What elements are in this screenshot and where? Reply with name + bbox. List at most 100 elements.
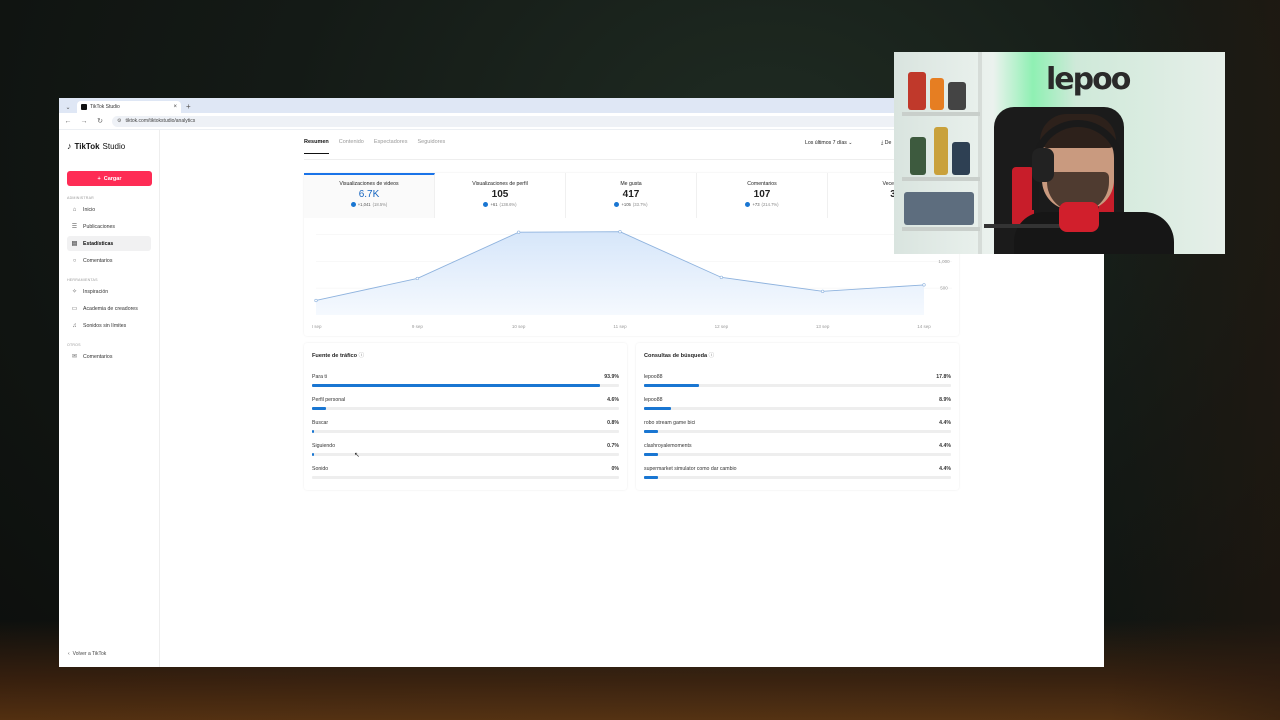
chart-point[interactable]	[821, 289, 825, 293]
progress-track	[312, 407, 619, 410]
upload-label: Cargar	[103, 175, 122, 182]
sidebar-item-publicaciones[interactable]: ☰ Publicaciones	[67, 219, 151, 234]
section-label-admin: ADMINISTRAR	[67, 196, 94, 200]
row-label: lepoo88	[644, 397, 663, 403]
sidebar-item-label: Estadísticas	[83, 240, 114, 247]
sidebar-item-sonidos[interactable]: ♫ Sonidos sin límites	[67, 318, 151, 333]
x-tick-label: 13 sep	[816, 324, 830, 329]
sidebar-item-label: Sonidos sin límites	[83, 322, 127, 329]
list-item: Buscar 0.8%	[312, 420, 619, 443]
list-item: lepoo88 8.9%	[644, 397, 951, 420]
url-text: tiktok.com/tiktokstudio/analytics	[125, 118, 196, 124]
forward-icon[interactable]: →	[80, 118, 88, 125]
sidebar-item-estadisticas[interactable]: ▤ Estadísticas	[67, 236, 151, 251]
date-range-dropdown[interactable]: Los últimos 7 días ⌄	[805, 140, 853, 146]
metric-delta: +73 (214.7%)	[697, 202, 827, 207]
site-info-icon[interactable]: ⚙	[117, 118, 121, 124]
metric-comments[interactable]: Comentarios 107 +73 (214.7%)	[697, 173, 828, 218]
list-item: Sonido 0%	[312, 466, 619, 489]
progress-track	[644, 430, 951, 433]
row-top: lepoo88 8.9%	[644, 397, 951, 403]
posts-icon: ☰	[71, 224, 78, 230]
trend-up-icon	[350, 202, 356, 207]
chart-point[interactable]	[517, 230, 521, 234]
webcam-overlay: lepoo	[894, 52, 1225, 254]
back-icon[interactable]: ←	[64, 118, 72, 125]
figure-toy	[952, 142, 970, 175]
chart-point[interactable]	[314, 298, 318, 303]
comments-icon: ○	[72, 257, 77, 264]
row-label: Sonido	[312, 466, 329, 472]
sidebar-item-inicio[interactable]: ⌂ Inicio	[67, 202, 151, 217]
back-to-tiktok-link[interactable]: ‹ Volver a TikTok	[68, 651, 106, 657]
upload-button[interactable]: + Cargar	[67, 171, 152, 186]
trophy	[934, 127, 948, 175]
tiktok-studio-logo[interactable]: ♪ TikTok Studio	[67, 141, 151, 151]
metric-label: Me gusta	[620, 181, 642, 187]
row-top: Para ti 93.9%	[312, 374, 619, 380]
chart-point[interactable]	[618, 230, 622, 234]
mouse-cursor-icon: ↖	[354, 452, 360, 459]
sidebar-item-comentarios[interactable]: ○ Comentarios	[67, 253, 151, 268]
row-label: Buscar	[312, 420, 329, 426]
list-item: Perfil personal 4.6%	[312, 397, 619, 420]
tab-search-icon[interactable]: ⌄	[63, 101, 73, 113]
tab-seguidores[interactable]: Seguidores	[417, 139, 445, 154]
close-icon[interactable]: ×	[173, 104, 177, 110]
metric-value: 105	[491, 189, 509, 200]
progress-fill	[312, 384, 601, 387]
analytics-tabs: Resumen Contenido Espectadores Seguidore…	[304, 139, 445, 154]
tab-resumen[interactable]: Resumen	[304, 139, 329, 154]
metric-value: 107	[753, 189, 771, 200]
feedback-icon: ✉	[71, 354, 78, 360]
section-label-tools: HERRAMIENTAS	[67, 278, 98, 282]
tab-contenido[interactable]: Contenido	[339, 139, 364, 154]
metric-value: 417	[622, 189, 640, 200]
reload-icon[interactable]: ↻	[96, 117, 104, 125]
metric-label: Visualizaciones de perfil	[472, 181, 528, 187]
logo-sub: Studio	[102, 141, 126, 151]
download-button[interactable]: ⤓ De	[881, 140, 891, 147]
chevron-left-icon: ‹	[68, 651, 70, 657]
sidebar-item-feedback[interactable]: ✉ Comentarios	[67, 349, 151, 364]
metric-delta-value: +61	[490, 202, 498, 207]
chevron-down-icon: ⌄	[848, 140, 853, 146]
metric-delta: +61 (138.6%)	[435, 202, 565, 207]
chart-point[interactable]	[415, 276, 419, 281]
list-item: supermarket simulator como dar cambio 4.4…	[644, 466, 951, 489]
home-icon: ⌂	[72, 206, 77, 213]
metrics-row: Visualizaciones de videos 6.7K +1,041 (18…	[304, 173, 959, 218]
search-title-text: Consultas de búsqueda	[644, 353, 708, 359]
progress-track	[312, 476, 619, 479]
sidebar-item-academia[interactable]: ▭ Academia de creadores	[67, 301, 151, 316]
row-top: Siguiendo 0.7%	[312, 443, 619, 449]
info-icon[interactable]: ⓘ	[359, 353, 365, 359]
row-label: Para ti	[312, 374, 327, 380]
search-queries-panel: Consultas de búsqueda ⓘ lepoo88 17.8% lepo…	[636, 343, 959, 490]
chart-point[interactable]	[922, 283, 926, 287]
row-label: supermarket simulator como dar cambio	[644, 466, 737, 472]
analytics-icon: ▤	[71, 241, 78, 247]
row-label: Siguiendo	[312, 443, 336, 449]
search-rows: lepoo88 17.8% lepoo88 8.9% robo stream game …	[644, 374, 951, 489]
views-chart: 8 sep 9 sep 10 sep 11 sep 12 sep 13 sep 14 sep…	[312, 230, 952, 329]
music-icon: ♫	[72, 322, 77, 329]
info-icon[interactable]: ⓘ	[709, 353, 715, 359]
browser-tab[interactable]: TikTok Studio ×	[77, 101, 181, 113]
row-percent: 17.8%	[936, 374, 951, 380]
metric-profile-views[interactable]: Visualizaciones de perfil 105 +61 (138.6%…	[435, 173, 566, 218]
chart-area	[316, 231, 924, 315]
shelf-post	[978, 52, 982, 254]
progress-track	[644, 407, 951, 410]
metric-value: 6.7K	[358, 189, 380, 200]
sidebar-item-inspiracion[interactable]: ✧ Inspiración	[67, 284, 151, 299]
row-percent: 4.6%	[607, 397, 619, 403]
chart-point[interactable]	[719, 275, 723, 279]
metric-label: Comentarios	[747, 181, 777, 187]
metric-likes[interactable]: Me gusta 417 +105 (33.7%)	[566, 173, 697, 218]
tab-title: TikTok Studio	[90, 104, 120, 110]
tab-espectadores[interactable]: Espectadores	[374, 139, 408, 154]
metric-video-views[interactable]: Visualizaciones de videos 6.7K +1,041 (18…	[304, 173, 435, 218]
progress-fill	[644, 453, 658, 456]
new-tab-icon[interactable]: +	[186, 101, 191, 113]
